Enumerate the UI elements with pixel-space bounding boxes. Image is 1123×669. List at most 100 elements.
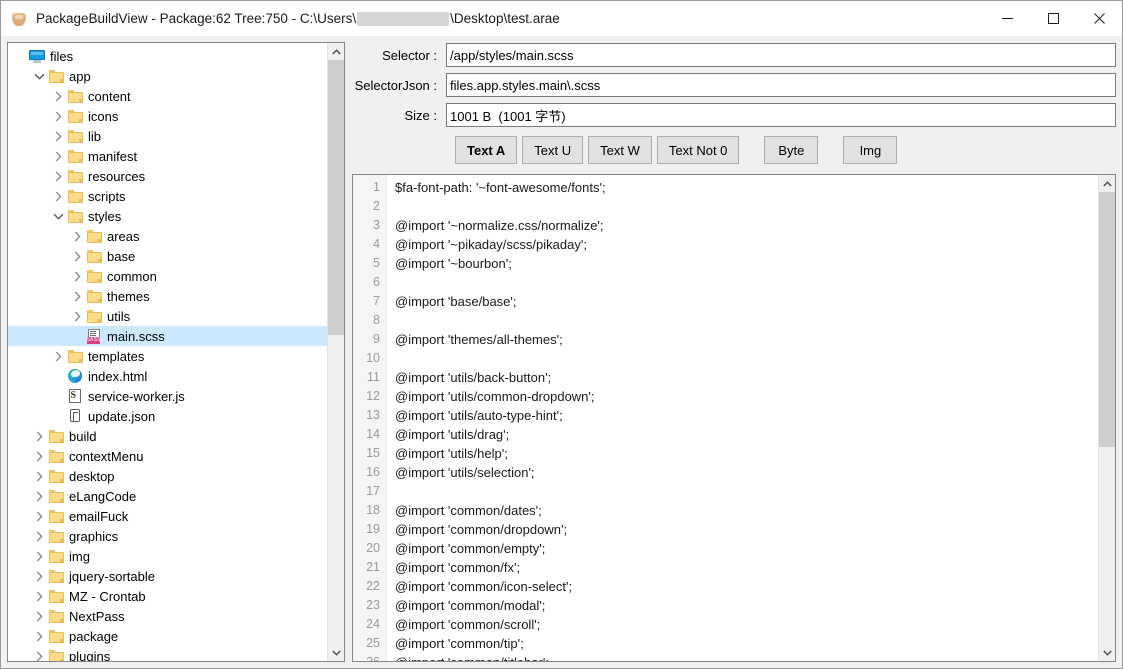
tree-item-plugins[interactable]: plugins	[8, 646, 327, 661]
tree-item-utils[interactable]: utils	[8, 306, 327, 326]
tree-scroll-down-button[interactable]	[328, 644, 344, 661]
chevron-right-icon[interactable]	[50, 91, 66, 102]
folder-icon	[85, 289, 103, 303]
mode-button-byte[interactable]: Byte	[764, 136, 819, 164]
code-line: @import 'utils/back-button';	[395, 370, 552, 385]
chevron-right-icon[interactable]	[50, 191, 66, 202]
selectorjson-input[interactable]	[446, 73, 1116, 97]
tree-item-templates[interactable]: templates	[8, 346, 327, 366]
folder-icon	[85, 229, 103, 243]
tree-vertical-scrollbar[interactable]	[327, 43, 344, 661]
chevron-right-icon[interactable]	[31, 571, 47, 582]
tree-item-index-html[interactable]: index.html	[8, 366, 327, 386]
tree-item-graphics[interactable]: graphics	[8, 526, 327, 546]
chevron-right-icon[interactable]	[69, 251, 85, 262]
tree-scroll-track[interactable]	[328, 60, 344, 644]
code-scroll-down-button[interactable]	[1099, 644, 1115, 661]
code-line: @import 'common/empty';	[395, 541, 546, 556]
chevron-right-icon[interactable]	[50, 131, 66, 142]
selector-input[interactable]	[446, 43, 1116, 67]
tree-item-nextpass[interactable]: NextPass	[8, 606, 327, 626]
tree-item-package[interactable]: package	[8, 626, 327, 646]
code-vertical-scrollbar[interactable]	[1098, 175, 1115, 661]
mode-button-text-not-0[interactable]: Text Not 0	[656, 136, 740, 164]
chevron-right-icon[interactable]	[31, 611, 47, 622]
line-number: 26	[353, 653, 386, 661]
tree-item-build[interactable]: build	[8, 426, 327, 446]
tree-item-img[interactable]: img	[8, 546, 327, 566]
chevron-right-icon[interactable]	[31, 591, 47, 602]
close-button[interactable]	[1076, 1, 1122, 36]
chevron-right-icon[interactable]	[31, 651, 47, 662]
tree-scroll-thumb[interactable]	[328, 60, 344, 335]
chevron-right-icon[interactable]	[31, 551, 47, 562]
chevron-right-icon[interactable]	[69, 231, 85, 242]
tree-item-elangcode[interactable]: eLangCode	[8, 486, 327, 506]
line-number: 18	[366, 503, 380, 517]
tree-item-desktop[interactable]: desktop	[8, 466, 327, 486]
mode-button-text-a[interactable]: Text A	[455, 136, 518, 164]
tree-item-jquery-sortable[interactable]: jquery-sortable	[8, 566, 327, 586]
tree-item-content[interactable]: content	[8, 86, 327, 106]
file-tree[interactable]: files app content icons lib manifest resources…	[8, 43, 327, 661]
tree-item-files[interactable]: files	[8, 46, 327, 66]
tree-item-service-worker-js[interactable]: Sservice-worker.js	[8, 386, 327, 406]
tree-item-lib[interactable]: lib	[8, 126, 327, 146]
tree-item-manifest[interactable]: manifest	[8, 146, 327, 166]
chevron-right-icon[interactable]	[50, 111, 66, 122]
chevron-down-icon[interactable]	[50, 213, 66, 220]
chevron-right-icon[interactable]	[31, 451, 47, 462]
code-scroll-area[interactable]: 1 2 3 4 5 6 7 8 9 10 11 12 13 14 15 16 17 18 19 20 21 22 23 24 2…	[353, 175, 1098, 661]
chevron-right-icon[interactable]	[69, 311, 85, 322]
folder-icon	[47, 569, 65, 583]
tree-item-emailfuck[interactable]: emailFuck	[8, 506, 327, 526]
chevron-right-icon[interactable]	[50, 151, 66, 162]
code-scroll-thumb[interactable]	[1099, 192, 1115, 447]
code-line: $fa-font-path: '~font-awesome/fonts';	[395, 180, 606, 195]
tree-item-label: index.html	[88, 368, 148, 384]
chevron-right-icon[interactable]	[31, 631, 47, 642]
chevron-right-icon[interactable]	[31, 471, 47, 482]
tree-item-label: graphics	[69, 528, 119, 544]
chevron-right-icon[interactable]	[50, 171, 66, 182]
chevron-right-icon[interactable]	[31, 431, 47, 442]
chevron-right-icon[interactable]	[31, 531, 47, 542]
minimize-button[interactable]	[984, 1, 1030, 36]
size-input[interactable]	[446, 103, 1116, 127]
tree-item-app[interactable]: app	[8, 66, 327, 86]
mode-button-img[interactable]: Img	[843, 136, 898, 164]
tree-item-main-scss[interactable]: SASS main.scss	[8, 326, 327, 346]
tree-item-themes[interactable]: themes	[8, 286, 327, 306]
line-number: 11	[367, 370, 380, 384]
chevron-right-icon[interactable]	[31, 491, 47, 502]
tree-item-scripts[interactable]: scripts	[8, 186, 327, 206]
chevron-right-icon[interactable]	[50, 351, 66, 362]
chevron-right-icon[interactable]	[69, 291, 85, 302]
tree-item-resources[interactable]: resources	[8, 166, 327, 186]
tree-item-areas[interactable]: areas	[8, 226, 327, 246]
code-text[interactable]: $fa-font-path: '~font-awesome/fonts'; @im…	[387, 175, 1098, 661]
chevron-down-icon[interactable]	[31, 73, 47, 80]
tree-item-update-json[interactable]: update.json	[8, 406, 327, 426]
folder-icon	[47, 529, 65, 543]
chevron-right-icon[interactable]	[69, 271, 85, 282]
tree-item-label: jquery-sortable	[69, 568, 155, 584]
code-line: @import 'common/modal';	[395, 598, 546, 613]
folder-icon	[66, 169, 84, 183]
mode-button-text-u[interactable]: Text U	[522, 136, 584, 164]
tree-item-contextmenu[interactable]: contextMenu	[8, 446, 327, 466]
code-line: @import '~normalize.css/normalize';	[395, 218, 604, 233]
code-scroll-track[interactable]	[1099, 192, 1115, 644]
mode-button-text-w[interactable]: Text W	[588, 136, 652, 164]
tree-item-label: package	[69, 628, 119, 644]
code-line: @import 'common/fx';	[395, 560, 521, 575]
maximize-button[interactable]	[1030, 1, 1076, 36]
chevron-right-icon[interactable]	[31, 511, 47, 522]
tree-item-common[interactable]: common	[8, 266, 327, 286]
code-scroll-up-button[interactable]	[1099, 175, 1115, 192]
tree-item-styles[interactable]: styles	[8, 206, 327, 226]
tree-scroll-up-button[interactable]	[328, 43, 344, 60]
tree-item-base[interactable]: base	[8, 246, 327, 266]
tree-item-mz-crontab[interactable]: MZ - Crontab	[8, 586, 327, 606]
tree-item-icons[interactable]: icons	[8, 106, 327, 126]
